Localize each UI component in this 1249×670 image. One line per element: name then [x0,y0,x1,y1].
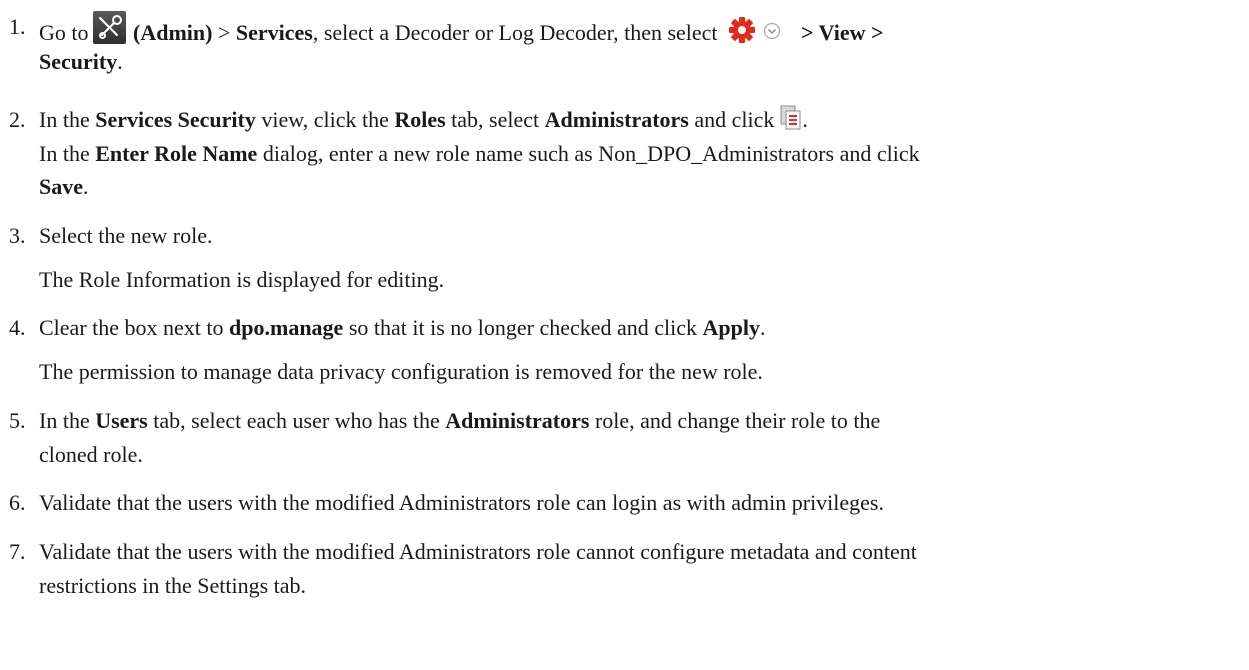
step-1-line-2: Security. [39,49,123,74]
step-number: 7. [9,539,26,564]
step-3-line-2: The Role Information is displayed for ed… [39,267,445,292]
step-number: 6. [9,490,26,515]
step-4-line-1: Clear the box next to dpo.manage so that… [39,315,766,340]
step-2-line-3: Save. [39,174,89,199]
admin-tools-icon [92,11,126,44]
step-number: 2. [9,107,26,132]
step-2-line-2: In the Enter Role Name dialog, enter a n… [39,141,920,166]
chevron-down-icon [763,17,781,40]
step-number: 3. [9,223,26,248]
step-7-line-1: Validate that the users with the modifie… [39,539,917,564]
step-5-line-1: In the Users tab, select each user who h… [39,408,881,433]
procedure-steps: 1. Go to (Admin) > Services, select a De… [0,0,1249,670]
step-1-line-1: Go to (Admin) > Services, select a Decod… [39,11,884,49]
gear-icon [727,16,757,44]
step-4-line-2: The permission to manage data privacy co… [39,359,763,384]
step-5-line-2: cloned role. [39,442,143,467]
step-number: 4. [9,315,26,340]
clone-icon [780,105,802,131]
step-number: 5. [9,408,26,433]
step-2-line-1: In the Services Security view, click the… [39,105,808,132]
step-7-line-2: restrictions in the Settings tab. [39,573,307,598]
step-3-line-1: Select the new role. [39,223,213,248]
step-6-line-1: Validate that the users with the modifie… [39,490,884,515]
step-number: 1. [9,14,26,39]
